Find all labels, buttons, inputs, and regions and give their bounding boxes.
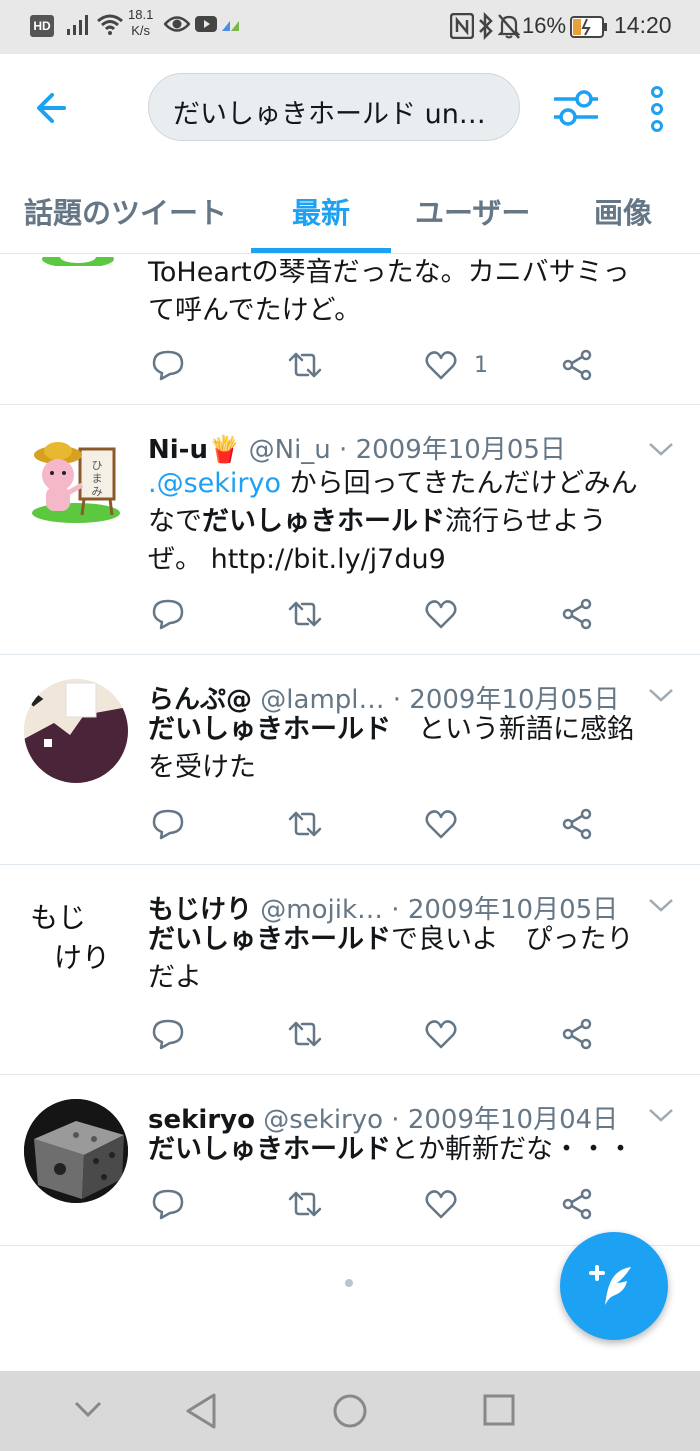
mention-link[interactable]: .@sekiryo — [148, 468, 281, 499]
svg-text:けり: けり — [54, 941, 110, 974]
net-speed-value: 18.1 — [128, 7, 154, 22]
like-count: 1 — [474, 353, 488, 378]
tweet-actions — [148, 1187, 608, 1227]
search-query-text: だいしゅきホールド un… — [173, 99, 486, 130]
reply-icon[interactable] — [151, 348, 185, 388]
avatar[interactable] — [24, 1099, 128, 1203]
tweet-item[interactable]: sekiryo @sekiryo · 2009年10月04日 だいしゅきホールド… — [0, 1075, 700, 1246]
tweet-header: Ni-u🍟 @Ni_u · 2009年10月05日 — [148, 429, 566, 466]
app-bar: だいしゅきホールド un… — [0, 54, 700, 160]
avatar[interactable] — [24, 679, 128, 783]
signal-icon — [66, 14, 90, 41]
chevron-down-icon[interactable] — [648, 1107, 674, 1123]
avatar[interactable] — [40, 254, 116, 266]
tab-latest[interactable]: 最新 — [292, 190, 350, 232]
net-speed-unit: K/s — [131, 23, 151, 38]
nav-recents-icon[interactable] — [482, 1393, 516, 1431]
tab-users[interactable]: ユーザー — [415, 190, 530, 232]
nav-down-icon[interactable] — [72, 1397, 104, 1425]
tweet-item[interactable]: もじ けり もじけり @mojik… · 2009年10月05日 だいしゅきホー… — [0, 865, 700, 1075]
tab-top-tweets[interactable]: 話題のツイート — [24, 190, 227, 232]
more-vertical-icon[interactable] — [640, 84, 674, 134]
nav-home-icon[interactable] — [332, 1391, 368, 1435]
tweet-text: ToHeartの琴音だったな。カニバサミっ て呼んでたけど。 — [148, 257, 630, 326]
tweet-text: だいしゅきホールドで良いよ ぴったり だよ — [148, 924, 634, 993]
battery-icon — [570, 16, 608, 43]
retweet-icon[interactable] — [286, 1187, 324, 1227]
reply-icon[interactable] — [151, 1017, 185, 1057]
tweet-item[interactable]: ひ ま み Ni-u🍟 @Ni_u · 2009年10月05日 .@sekiry… — [0, 405, 700, 655]
like-icon[interactable] — [424, 348, 458, 388]
tweet-text: だいしゅきホールドとか斬新だな・・・ — [148, 1134, 634, 1165]
chevron-down-icon[interactable] — [648, 687, 674, 703]
loading-indicator — [345, 1279, 353, 1287]
nfc-icon — [449, 12, 475, 44]
wifi-icon — [96, 12, 124, 41]
retweet-icon[interactable] — [286, 807, 324, 847]
youtube-icon — [195, 16, 217, 37]
reply-icon[interactable] — [151, 807, 185, 847]
battery-percent: 16% — [522, 13, 567, 38]
clock: 14:20 — [614, 12, 672, 38]
like-icon[interactable] — [424, 1017, 458, 1057]
share-icon[interactable] — [560, 597, 594, 637]
tweet-actions — [148, 807, 608, 847]
search-tabs: 話題のツイート 最新 ユーザー 画像 — [0, 160, 700, 254]
tweet-actions — [148, 1017, 608, 1057]
retweet-icon[interactable] — [286, 348, 324, 388]
hd-badge: HD — [30, 15, 54, 37]
svg-text:み: み — [92, 485, 103, 498]
net-speed: 18.1 K/s — [128, 7, 153, 39]
tweet-text: だいしゅきホールド という新語に感銘 を受けた — [148, 714, 634, 783]
share-icon[interactable] — [560, 1017, 594, 1057]
eye-icon — [163, 14, 191, 39]
compose-tweet-icon — [589, 1265, 631, 1305]
svg-text:ま: ま — [92, 472, 103, 485]
like-icon[interactable] — [424, 1187, 458, 1227]
display-name[interactable]: Ni-u🍟 — [148, 435, 240, 465]
status-bar: HD 18.1 K/s 16% 14:20 — [0, 0, 700, 54]
svg-text:ひ: ひ — [92, 459, 103, 472]
active-tab-indicator — [251, 248, 391, 253]
like-icon[interactable] — [424, 807, 458, 847]
nav-back-icon[interactable] — [184, 1391, 218, 1435]
tab-images[interactable]: 画像 — [594, 190, 652, 232]
chevron-down-icon[interactable] — [648, 441, 674, 457]
tweet-item[interactable]: らんぷ@ @lampl… · 2009年10月05日 だいしゅきホールド という… — [0, 655, 700, 865]
back-arrow-icon[interactable] — [30, 86, 78, 130]
tweet-text: .@sekiryo から回ってきたんだけどみん なでだいしゅきホールド流行らせよ… — [148, 468, 638, 575]
tweet-actions: 1 — [148, 348, 608, 388]
like-icon[interactable] — [424, 597, 458, 637]
tweet-date: · 2009年10月05日 — [339, 435, 566, 465]
filter-icon[interactable] — [552, 86, 600, 130]
tweet-actions — [148, 597, 608, 637]
share-icon[interactable] — [560, 348, 594, 388]
user-handle[interactable]: @Ni_u — [249, 435, 331, 465]
chevron-down-icon[interactable] — [648, 897, 674, 913]
avatar[interactable]: ひ ま み — [24, 425, 128, 529]
search-input[interactable]: だいしゅきホールド un… — [148, 73, 520, 141]
reply-icon[interactable] — [151, 597, 185, 637]
share-icon[interactable] — [560, 807, 594, 847]
retweet-icon[interactable] — [286, 597, 324, 637]
mute-icon — [497, 12, 521, 45]
share-icon[interactable] — [560, 1187, 594, 1227]
avatar[interactable]: もじ けり — [24, 889, 128, 993]
compose-tweet-button[interactable] — [560, 1232, 668, 1340]
tweet-item[interactable]: ToHeartの琴音だったな。カニバサミっ て呼んでたけど。 1 — [0, 254, 700, 405]
reply-icon[interactable] — [151, 1187, 185, 1227]
bluetooth-icon — [478, 11, 494, 45]
network-triangle-icon — [222, 18, 240, 36]
system-nav-bar — [0, 1371, 700, 1451]
retweet-icon[interactable] — [286, 1017, 324, 1057]
svg-text:もじ: もじ — [30, 901, 86, 934]
